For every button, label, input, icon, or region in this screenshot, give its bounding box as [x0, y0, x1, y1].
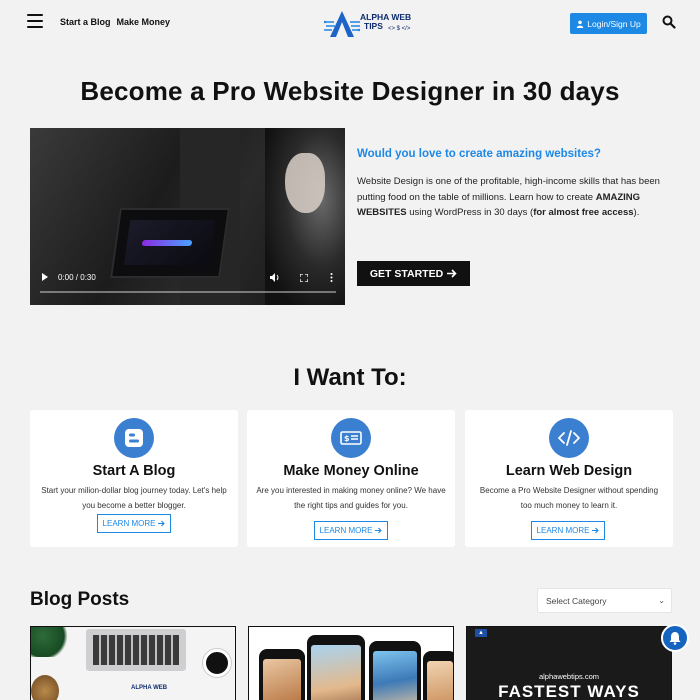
more-options-icon[interactable]: [330, 273, 333, 282]
volume-icon[interactable]: [270, 273, 280, 282]
card-description: Are you interested in making money onlin…: [256, 486, 446, 510]
select-value: Select Category: [546, 595, 607, 606]
blog-posts-title: Blog Posts: [30, 589, 130, 610]
card-learn-web-design: Learn Web Design Become a Pro Website De…: [465, 410, 673, 547]
notification-bell-icon[interactable]: [661, 624, 689, 652]
nav-make-money[interactable]: Make Money: [117, 17, 171, 27]
phone-image: [307, 635, 365, 700]
logo-sub: <> $ </>: [388, 26, 411, 32]
card-description: Start your milion-dollar blog journey to…: [41, 486, 227, 510]
hero-question: Would you love to create amazing website…: [357, 148, 601, 160]
blog-post-card-3[interactable]: ▲ alphawebtips.com FASTEST WAYS: [466, 626, 672, 700]
card-description: Become a Pro Website Designer without sp…: [479, 486, 659, 510]
arrow-right-icon: [592, 527, 600, 534]
nav-start-a-blog[interactable]: Start a Blog: [60, 17, 111, 27]
site-header: Start a Blog Make Money ALPHA WEB TIPS <…: [0, 0, 700, 46]
plant-image: [31, 627, 71, 657]
post-logo: ALPHA WEB: [131, 685, 168, 691]
arrow-right-icon: [447, 269, 457, 278]
chevron-down-icon: ⌄: [658, 596, 665, 605]
phone-image: [369, 641, 421, 700]
blog-post-card-2[interactable]: [248, 626, 454, 700]
learn-more-button[interactable]: LEARN MORE: [531, 521, 605, 540]
search-icon[interactable]: [662, 15, 676, 29]
post-site-text: alphawebtips.com: [538, 672, 600, 681]
cta-label: GET STARTED: [369, 267, 444, 280]
card-start-blog: Start A Blog Start your milion-dollar bl…: [30, 410, 238, 547]
arrow-right-icon: [375, 527, 383, 534]
card-make-money: $ Make Money Online Are you interested i…: [247, 410, 455, 547]
get-started-button[interactable]: GET STARTED: [357, 261, 470, 286]
svg-text:$: $: [344, 434, 350, 443]
fullscreen-icon[interactable]: [300, 274, 308, 282]
video-progress-bar[interactable]: [40, 291, 336, 293]
play-icon[interactable]: [41, 273, 49, 281]
card-title: Make Money Online: [283, 463, 419, 479]
site-logo[interactable]: ALPHA WEB TIPS <> $ </>: [324, 10, 424, 38]
learn-more-button[interactable]: LEARN MORE: [97, 514, 171, 533]
hero-paragraph: Website Design is one of the profitable,…: [357, 176, 660, 218]
learn-more-label: LEARN MORE: [319, 526, 373, 535]
phone-image: [423, 651, 453, 700]
menu-icon[interactable]: [27, 14, 43, 28]
category-select[interactable]: Select Category ⌄: [537, 588, 672, 613]
hero-video[interactable]: 0:00 / 0:30: [30, 128, 345, 305]
post-headline: FASTEST WAYS: [498, 682, 640, 700]
logo-a-icon: [324, 11, 360, 37]
learn-more-label: LEARN MORE: [536, 526, 590, 535]
arrow-right-icon: [158, 520, 166, 527]
money-icon: $: [331, 418, 371, 458]
video-laptop: [110, 208, 230, 278]
blog-post-card-1[interactable]: ALPHA WEB: [30, 626, 236, 700]
login-label: Login/Sign Up: [587, 18, 641, 29]
post-logo-badge: ▲: [475, 629, 487, 637]
bowl-image: [31, 675, 59, 700]
main-nav: Start a Blog Make Money: [60, 17, 170, 27]
user-icon: [577, 20, 584, 28]
want-title: I Want To:: [293, 364, 407, 391]
hero-title: Become a Pro Website Designer in 30 days: [80, 76, 620, 106]
video-face: [285, 153, 325, 213]
code-icon: [549, 418, 589, 458]
phone-image: [259, 649, 305, 700]
blogger-icon: [114, 418, 154, 458]
learn-more-label: LEARN MORE: [102, 519, 156, 528]
coffee-cup-image: [203, 649, 231, 677]
card-title: Learn Web Design: [505, 463, 633, 479]
card-title: Start A Blog: [92, 463, 176, 479]
learn-more-button[interactable]: LEARN MORE: [314, 521, 388, 540]
video-time: 0:00 / 0:30: [58, 273, 96, 282]
login-signup-button[interactable]: Login/Sign Up: [570, 13, 647, 34]
